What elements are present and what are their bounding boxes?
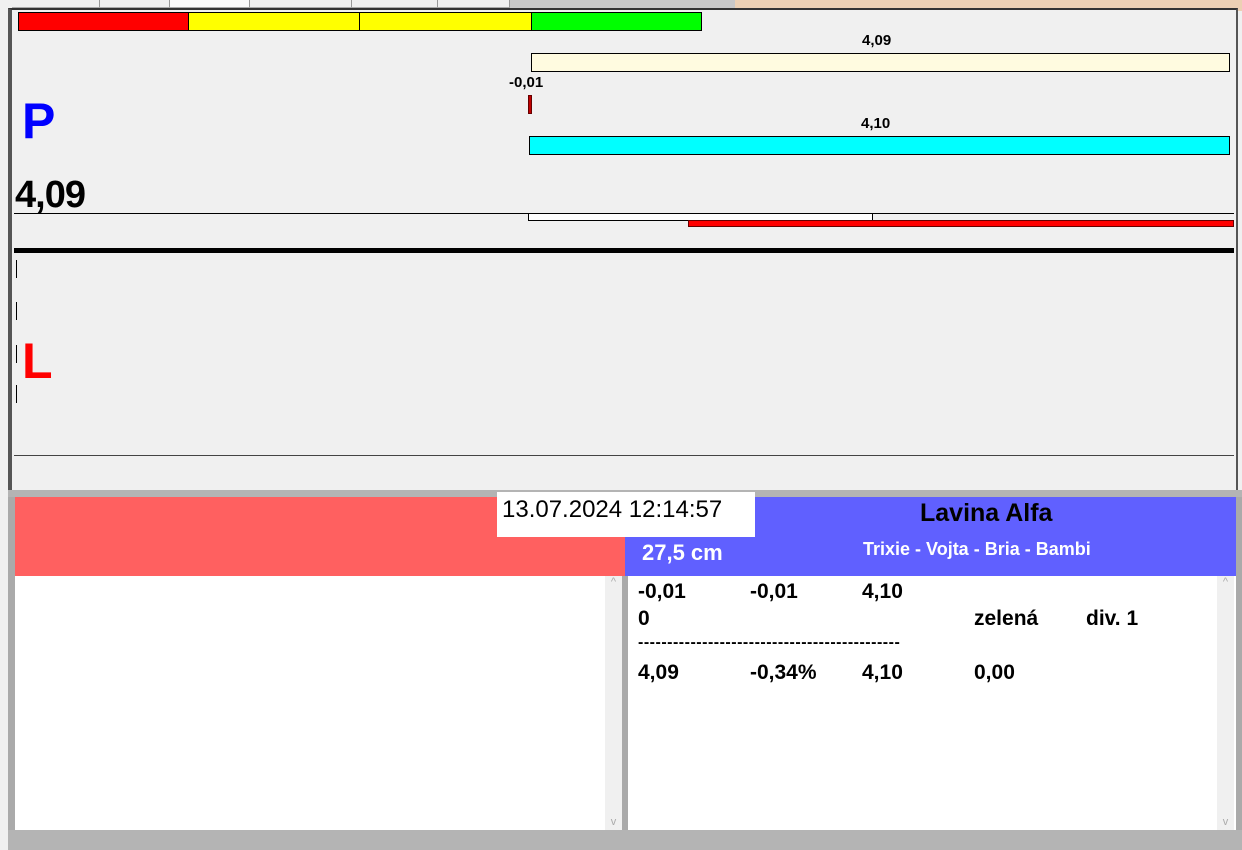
cell: 0,00 (974, 661, 1015, 684)
distance: 27,5 cm (642, 540, 723, 565)
cell: -0,01 (638, 580, 686, 603)
l-label: L (22, 333, 53, 389)
scroll-up-icon[interactable]: ^ (1217, 576, 1234, 588)
thick-divider (14, 248, 1234, 253)
bar3 (529, 136, 1230, 155)
bar2 (528, 95, 532, 114)
list-row: 0 zelená div. 1 (638, 607, 1198, 631)
cell: zelená (974, 607, 1039, 630)
datetime: 13.07.2024 12:14:57 (497, 492, 755, 537)
list-row: 4,09 -0,34% 4,10 0,00 (638, 661, 1198, 685)
tick-mark (16, 345, 17, 363)
left-list[interactable] (15, 576, 623, 830)
scale-segment-yellow (188, 12, 360, 31)
bar3-label: 4,10 (861, 115, 891, 132)
tab[interactable] (100, 0, 170, 8)
divider (14, 455, 1234, 456)
title: Lavina Alfa (920, 499, 1053, 527)
left-edge (8, 497, 15, 850)
bar1-label: 4,09 (862, 32, 892, 49)
tab[interactable] (170, 0, 250, 8)
tick-mark (16, 260, 17, 278)
tab[interactable] (352, 0, 438, 8)
bottom-bar (8, 830, 1242, 850)
cell: 0 (638, 607, 650, 630)
right-edge (1236, 497, 1242, 850)
scroll-up-icon[interactable]: ^ (605, 576, 622, 588)
names: Trixie - Vojta - Bria - Bambi (863, 539, 1091, 559)
cell: 4,10 (862, 580, 903, 603)
left-scrollbar[interactable]: ^ v (605, 576, 622, 830)
indicator-red (688, 220, 1234, 227)
cell (750, 607, 862, 631)
list-row: -0,01 -0,01 4,10 (638, 580, 1198, 604)
cell (974, 580, 1086, 604)
p-label: P (22, 93, 56, 149)
cell: 4,10 (862, 661, 903, 684)
scroll-down-icon[interactable]: v (605, 816, 622, 828)
tab[interactable] (12, 0, 100, 8)
right-list[interactable]: -0,01 -0,01 4,10 0 zelená div. 1 -----------… (628, 576, 1236, 830)
scale-segment-yellow (359, 12, 532, 31)
cell: 4,09 (638, 661, 679, 684)
separator: ----------------------------------------… (638, 634, 901, 651)
scroll-down-icon[interactable]: v (1217, 816, 1234, 828)
tick-mark (16, 385, 17, 403)
big-value: 4,09 (15, 174, 86, 216)
scale-segment-green (531, 12, 702, 31)
scale-segment-red (18, 12, 189, 31)
cell (1086, 580, 1198, 604)
tab[interactable] (438, 0, 510, 8)
bar1 (531, 53, 1230, 72)
cell (1086, 661, 1198, 685)
cell (862, 607, 974, 631)
cell: div. 1 (1086, 607, 1139, 630)
right-scrollbar[interactable]: ^ v (1217, 576, 1234, 830)
bar2-label: -0,01 (509, 74, 544, 91)
tab[interactable] (250, 0, 352, 8)
cell: -0,01 (750, 580, 798, 603)
cell: -0,34% (750, 661, 817, 684)
tick-mark (16, 302, 17, 320)
